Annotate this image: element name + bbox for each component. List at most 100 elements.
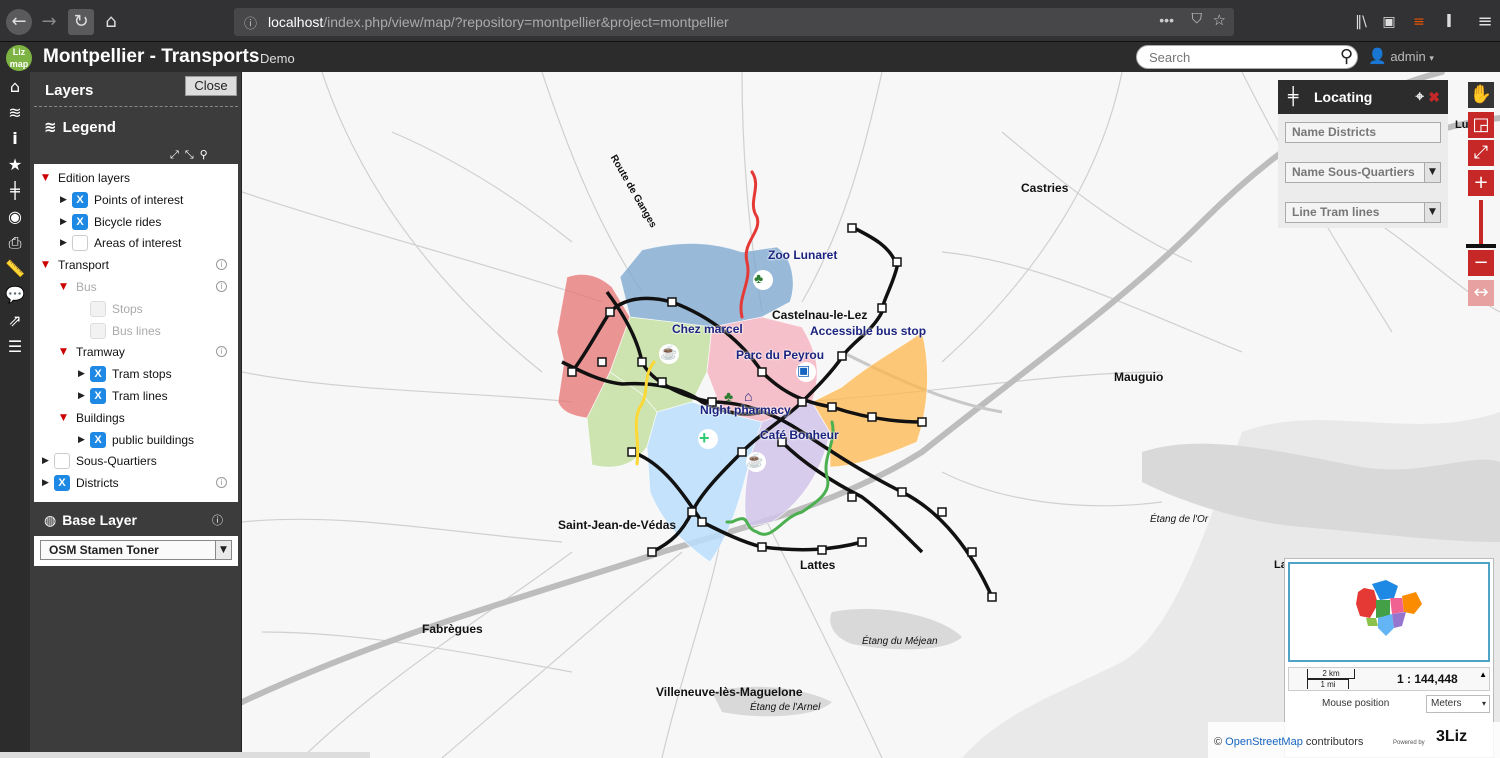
close-button[interactable]: Close	[185, 76, 237, 96]
layer-checkbox[interactable]: X	[54, 475, 70, 492]
collapsed-triangle-icon[interactable]: ▶	[60, 212, 70, 232]
sidebar-icon[interactable]: ▣	[1376, 9, 1402, 35]
layer-checkbox[interactable]: X	[72, 213, 88, 230]
layer-tree-row[interactable]: ▶ X Bicycle rides	[34, 212, 238, 232]
expanded-triangle-icon[interactable]: ▼	[60, 277, 70, 297]
coffee-icon[interactable]: ☕	[660, 344, 677, 361]
map-canvas[interactable]: Castries Mauguio Saint-Jean-de-Védas Lat…	[242, 72, 1500, 758]
measure-icon[interactable]: 📏	[0, 256, 30, 282]
star-icon[interactable]: ★	[0, 152, 30, 178]
bus-icon[interactable]: ▣	[797, 362, 810, 379]
previous-next-icon[interactable]: ↔	[1468, 280, 1494, 306]
layer-tree-row[interactable]: ▶ Areas of interest	[34, 233, 238, 253]
layer-tree-row[interactable]: ▼ Tramway i	[34, 342, 238, 362]
print-icon[interactable]: ⎙	[0, 230, 30, 256]
base-layer-select[interactable]: OSM Stamen Toner ▼	[40, 540, 232, 560]
layer-checkbox[interactable]	[54, 453, 70, 470]
collapse-icon[interactable]: ⤡	[185, 148, 200, 161]
collapsed-triangle-icon[interactable]: ▶	[42, 473, 52, 493]
home-icon[interactable]: ⌂	[0, 74, 30, 100]
poi-label[interactable]: Parc du Peyrou	[736, 348, 824, 363]
tree-icon[interactable]: ♣	[724, 388, 733, 404]
pan-hand-icon[interactable]: ✋	[1468, 82, 1494, 108]
collapsed-triangle-icon[interactable]: ▶	[78, 386, 88, 406]
layer-checkbox[interactable]: X	[90, 366, 106, 383]
info-icon[interactable]: i	[216, 281, 227, 292]
zoom-box-icon[interactable]: ◲	[1468, 112, 1494, 138]
tram-line-select[interactable]: Line Tram lines ▼	[1285, 202, 1441, 223]
expanded-triangle-icon[interactable]: ▼	[42, 168, 52, 188]
info-icon[interactable]: i	[216, 477, 227, 489]
layer-tree-row[interactable]: ▶ X Districts i	[34, 473, 238, 493]
page-actions-icon[interactable]: •••	[1159, 12, 1174, 28]
info-icon[interactable]: i	[216, 346, 227, 358]
search-input[interactable]	[1149, 47, 1329, 67]
museum-icon[interactable]: ⌂	[744, 388, 752, 404]
poi-label[interactable]: Café Bonheur	[760, 428, 839, 443]
marker-off-icon[interactable]: ⌖	[1416, 80, 1424, 114]
list-icon[interactable]: ☰	[0, 334, 30, 360]
expanded-triangle-icon[interactable]: ▼	[42, 255, 52, 275]
zoom-out-button[interactable]: −	[1468, 250, 1494, 276]
library-icon[interactable]: ‖\	[1348, 9, 1374, 35]
forward-icon[interactable]: →	[36, 9, 62, 35]
menu-icon[interactable]: ≡	[1472, 9, 1498, 35]
layer-tree-row[interactable]: ▶ Xpublic buildings	[34, 430, 238, 450]
home-icon[interactable]: ⌂	[98, 9, 124, 35]
locate-icon[interactable]: ╪	[0, 178, 30, 204]
reload-icon[interactable]: ↻	[68, 9, 94, 35]
url-bar[interactable]: ⓘ localhost/index.php/view/map/?reposito…	[234, 8, 1234, 36]
sous-quartier-select[interactable]: Name Sous-Quartiers ▼	[1285, 162, 1441, 183]
layer-tree-row[interactable]: ▶ X Points of interest	[34, 190, 238, 210]
zoom-in-button[interactable]: +	[1468, 170, 1494, 196]
3liz-logo[interactable]: 3Liz	[1436, 728, 1467, 746]
layer-tree-row[interactable]: ▼ Transport i	[34, 255, 238, 275]
district-name-input[interactable]: Name Districts	[1285, 122, 1441, 143]
units-select[interactable]: Meters ▾	[1426, 695, 1490, 713]
poi-label[interactable]: Accessible bus stop	[810, 324, 926, 339]
layer-checkbox[interactable]	[72, 235, 88, 252]
layer-tree-row[interactable]: Stops	[34, 299, 238, 319]
coffee-icon[interactable]: ☕	[746, 452, 763, 469]
info-icon[interactable]: i	[216, 259, 227, 271]
zoom-slider-track[interactable]	[1479, 200, 1483, 244]
layer-tree-row[interactable]: ▶ Sous-Quartiers	[34, 451, 238, 471]
info-icon[interactable]: ⓘ	[212, 512, 223, 528]
expanded-triangle-icon[interactable]: ▼	[60, 408, 70, 428]
tree-icon[interactable]: ♣	[754, 270, 763, 286]
layer-checkbox[interactable]: X	[72, 191, 88, 208]
layer-checkbox[interactable]: X	[90, 431, 106, 448]
zoom-slider-handle[interactable]	[1466, 244, 1496, 248]
search-icon[interactable]: ⚲	[1340, 46, 1353, 67]
osm-link[interactable]: OpenStreetMap	[1225, 736, 1303, 748]
close-icon[interactable]: ✖	[1428, 80, 1440, 114]
poi-label[interactable]: Zoo Lunaret	[768, 248, 837, 263]
layer-tree-row[interactable]: ▼ Bus i	[34, 277, 238, 297]
info-icon[interactable]: ⓘ	[244, 13, 257, 32]
zoom-extent-icon[interactable]: ⤢	[1468, 140, 1494, 166]
collapsed-triangle-icon[interactable]: ▶	[78, 430, 88, 450]
comment-icon[interactable]: 💬	[0, 282, 30, 308]
extension-icon[interactable]: ≡	[1406, 9, 1432, 35]
layer-tree-row[interactable]: ▶ X Tram stops	[34, 364, 238, 384]
collapsed-triangle-icon[interactable]: ▶	[42, 451, 52, 471]
collapsed-triangle-icon[interactable]: ▶	[60, 233, 70, 253]
back-icon[interactable]: ←	[6, 9, 32, 35]
pocket-icon[interactable]: ⛉	[1192, 11, 1203, 27]
scale-toggle-icon[interactable]: ▲	[1479, 670, 1487, 679]
poi-label[interactable]: Night pharmacy	[700, 403, 791, 418]
layer-tree-row[interactable]: ▼ Edition layers	[34, 168, 238, 188]
layer-tree-row[interactable]: Bus lines	[34, 321, 238, 341]
pharmacy-icon[interactable]: +	[699, 428, 710, 449]
layer-tree-row[interactable]: ▶ X Tram lines	[34, 386, 238, 406]
layer-checkbox[interactable]: X	[90, 388, 106, 404]
collapsed-triangle-icon[interactable]: ▶	[78, 364, 88, 384]
overview-map[interactable]	[1288, 562, 1490, 662]
lizmap-logo[interactable]: Liz map	[6, 45, 32, 71]
bookmark-star-icon[interactable]: ☆	[1213, 11, 1226, 29]
reader-icon[interactable]: I	[1436, 9, 1462, 35]
collapsed-triangle-icon[interactable]: ▶	[60, 190, 70, 210]
expand-icon[interactable]: ⤢	[170, 148, 185, 161]
zoom-icon[interactable]: ⚲	[200, 148, 214, 161]
user-menu[interactable]: 👤 admin ▾	[1368, 47, 1434, 65]
